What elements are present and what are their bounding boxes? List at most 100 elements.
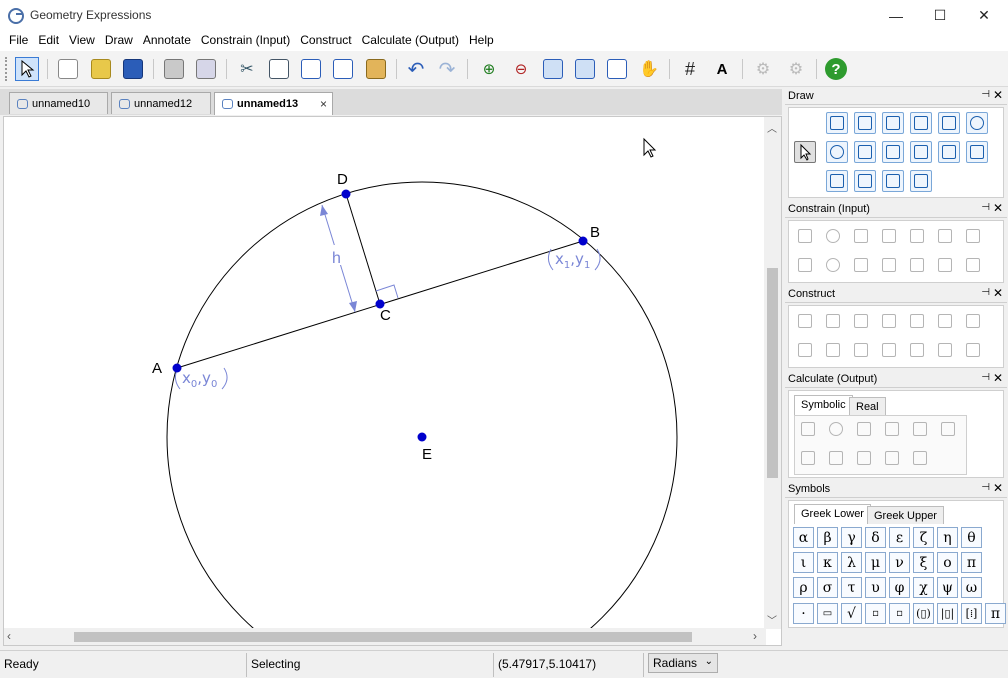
- constrain-distance-button[interactable]: [878, 254, 900, 276]
- greek-symbol-button[interactable]: ω: [961, 577, 982, 598]
- calc-parametric-button[interactable]: [853, 447, 875, 469]
- greek-symbol-button[interactable]: ψ: [937, 577, 958, 598]
- copy-button[interactable]: [267, 57, 291, 81]
- tab-unnamed10[interactable]: unnamed10: [9, 92, 108, 114]
- zoom-in-button[interactable]: ⊕: [477, 57, 501, 81]
- sqrt-button[interactable]: √: [841, 603, 862, 624]
- greek-symbol-button[interactable]: β: [817, 527, 838, 548]
- greek-symbol-button[interactable]: μ: [865, 552, 886, 573]
- tab-symbolic[interactable]: Symbolic: [794, 395, 853, 415]
- open-button[interactable]: [89, 57, 113, 81]
- label-d[interactable]: D: [337, 171, 348, 188]
- construct-intersection-button[interactable]: [822, 310, 844, 332]
- constrain-congruent-button[interactable]: [794, 254, 816, 276]
- draw-picture-button[interactable]: [854, 170, 876, 192]
- construct-parallel-button[interactable]: [906, 310, 928, 332]
- draw-text-button[interactable]: [826, 170, 848, 192]
- point-d[interactable]: [341, 189, 351, 199]
- calc-angle-button[interactable]: [853, 418, 875, 440]
- draw-locus-button[interactable]: [910, 170, 932, 192]
- multiply-dot-button[interactable]: ·: [793, 603, 814, 624]
- greek-symbol-button[interactable]: γ: [841, 527, 862, 548]
- draw-vector-button[interactable]: [966, 141, 988, 163]
- horizontal-scroll-thumb[interactable]: [74, 632, 692, 642]
- constrain-direction-button[interactable]: [906, 225, 928, 247]
- subscript-button[interactable]: ▫: [889, 603, 910, 624]
- greek-symbol-button[interactable]: φ: [889, 577, 910, 598]
- menu-draw[interactable]: Draw: [100, 31, 138, 51]
- label-c[interactable]: C: [380, 307, 391, 324]
- greek-symbol-button[interactable]: δ: [865, 527, 886, 548]
- calc-function-button[interactable]: [909, 447, 931, 469]
- power-button[interactable]: ▫: [865, 603, 886, 624]
- constrain-parameter-button[interactable]: [934, 254, 956, 276]
- label-b[interactable]: B: [590, 224, 600, 241]
- greek-symbol-button[interactable]: τ: [841, 577, 862, 598]
- greek-symbol-button[interactable]: θ: [961, 527, 982, 548]
- paste-button[interactable]: [364, 57, 388, 81]
- tab-unnamed13[interactable]: unnamed13 ×: [214, 92, 333, 115]
- close-panel-icon[interactable]: ✕: [993, 286, 1003, 300]
- geometry-drawing[interactable]: h x0,y0 x1,y1 A B C D E: [4, 117, 764, 629]
- greek-symbol-button[interactable]: ρ: [793, 577, 814, 598]
- draw-ray-button[interactable]: [910, 112, 932, 134]
- constrain-incident-button[interactable]: [850, 254, 872, 276]
- print-button[interactable]: [162, 57, 186, 81]
- close-panel-icon[interactable]: ✕: [993, 481, 1003, 495]
- coordinate-label-a[interactable]: x0,y0: [182, 369, 217, 390]
- draw-angle-button[interactable]: [938, 112, 960, 134]
- draw-ellipse-button[interactable]: [826, 141, 848, 163]
- cut-button[interactable]: ✂: [235, 57, 259, 81]
- construct-perpendicular-button[interactable]: [850, 310, 872, 332]
- menu-edit[interactable]: Edit: [33, 31, 64, 51]
- zoom-page-button[interactable]: [605, 57, 629, 81]
- construct-rotation-button[interactable]: [878, 339, 900, 361]
- calc-area-button[interactable]: [797, 447, 819, 469]
- menu-constrain[interactable]: Constrain (Input): [196, 31, 295, 51]
- copy-special-button[interactable]: [331, 57, 355, 81]
- greek-symbol-button[interactable]: η: [937, 527, 958, 548]
- draw-point-button[interactable]: [826, 112, 848, 134]
- draw-hyperbola-button[interactable]: [882, 141, 904, 163]
- pi-button[interactable]: π: [985, 603, 1006, 624]
- calc-radius-button[interactable]: [825, 418, 847, 440]
- greek-symbol-button[interactable]: π: [961, 552, 982, 573]
- absolute-button[interactable]: |▯|: [937, 603, 958, 624]
- parentheses-button[interactable]: (▯): [913, 603, 934, 624]
- font-button[interactable]: A: [710, 57, 734, 81]
- point-e[interactable]: [417, 432, 427, 442]
- constrain-radius-button[interactable]: [822, 225, 844, 247]
- pin-icon[interactable]: ⊣: [981, 89, 990, 100]
- print-preview-button[interactable]: [194, 57, 218, 81]
- save-button[interactable]: [121, 57, 145, 81]
- tab-real[interactable]: Real: [849, 397, 886, 415]
- draw-select-button[interactable]: [794, 141, 816, 163]
- construct-translation-button[interactable]: [850, 339, 872, 361]
- construct-perpendicular-bisector-button[interactable]: [934, 310, 956, 332]
- scroll-down-icon[interactable]: ﹀: [767, 612, 777, 627]
- construct-polygon-button[interactable]: [794, 339, 816, 361]
- construct-envelope-button[interactable]: [962, 339, 984, 361]
- construct-dilation-button[interactable]: [906, 339, 928, 361]
- construct-tangent-button[interactable]: [962, 310, 984, 332]
- tab-greek-lower[interactable]: Greek Lower: [794, 504, 871, 524]
- angle-units-select[interactable]: Radians ⌄: [648, 653, 718, 673]
- greek-symbol-button[interactable]: ο: [937, 552, 958, 573]
- constrain-angle-button[interactable]: [878, 225, 900, 247]
- point-b[interactable]: [578, 236, 588, 246]
- greek-symbol-button[interactable]: σ: [817, 577, 838, 598]
- greek-symbol-button[interactable]: ζ: [913, 527, 934, 548]
- calc-implicit-button[interactable]: [881, 447, 903, 469]
- animate-button[interactable]: ⚙: [751, 57, 775, 81]
- menu-file[interactable]: File: [4, 31, 33, 51]
- scroll-left-icon[interactable]: ‹: [7, 629, 11, 643]
- calc-coordinates-button[interactable]: [937, 418, 959, 440]
- copy-as-button[interactable]: [299, 57, 323, 81]
- height-label[interactable]: h: [332, 250, 341, 267]
- vertical-scrollbar[interactable]: ︿ ﹀: [764, 117, 781, 629]
- minimize-button[interactable]: —: [874, 0, 918, 31]
- pin-icon[interactable]: ⊣: [981, 287, 990, 298]
- draw-function-button[interactable]: [910, 141, 932, 163]
- horizontal-scrollbar[interactable]: ‹ ›: [4, 628, 766, 645]
- calc-length-button[interactable]: [797, 418, 819, 440]
